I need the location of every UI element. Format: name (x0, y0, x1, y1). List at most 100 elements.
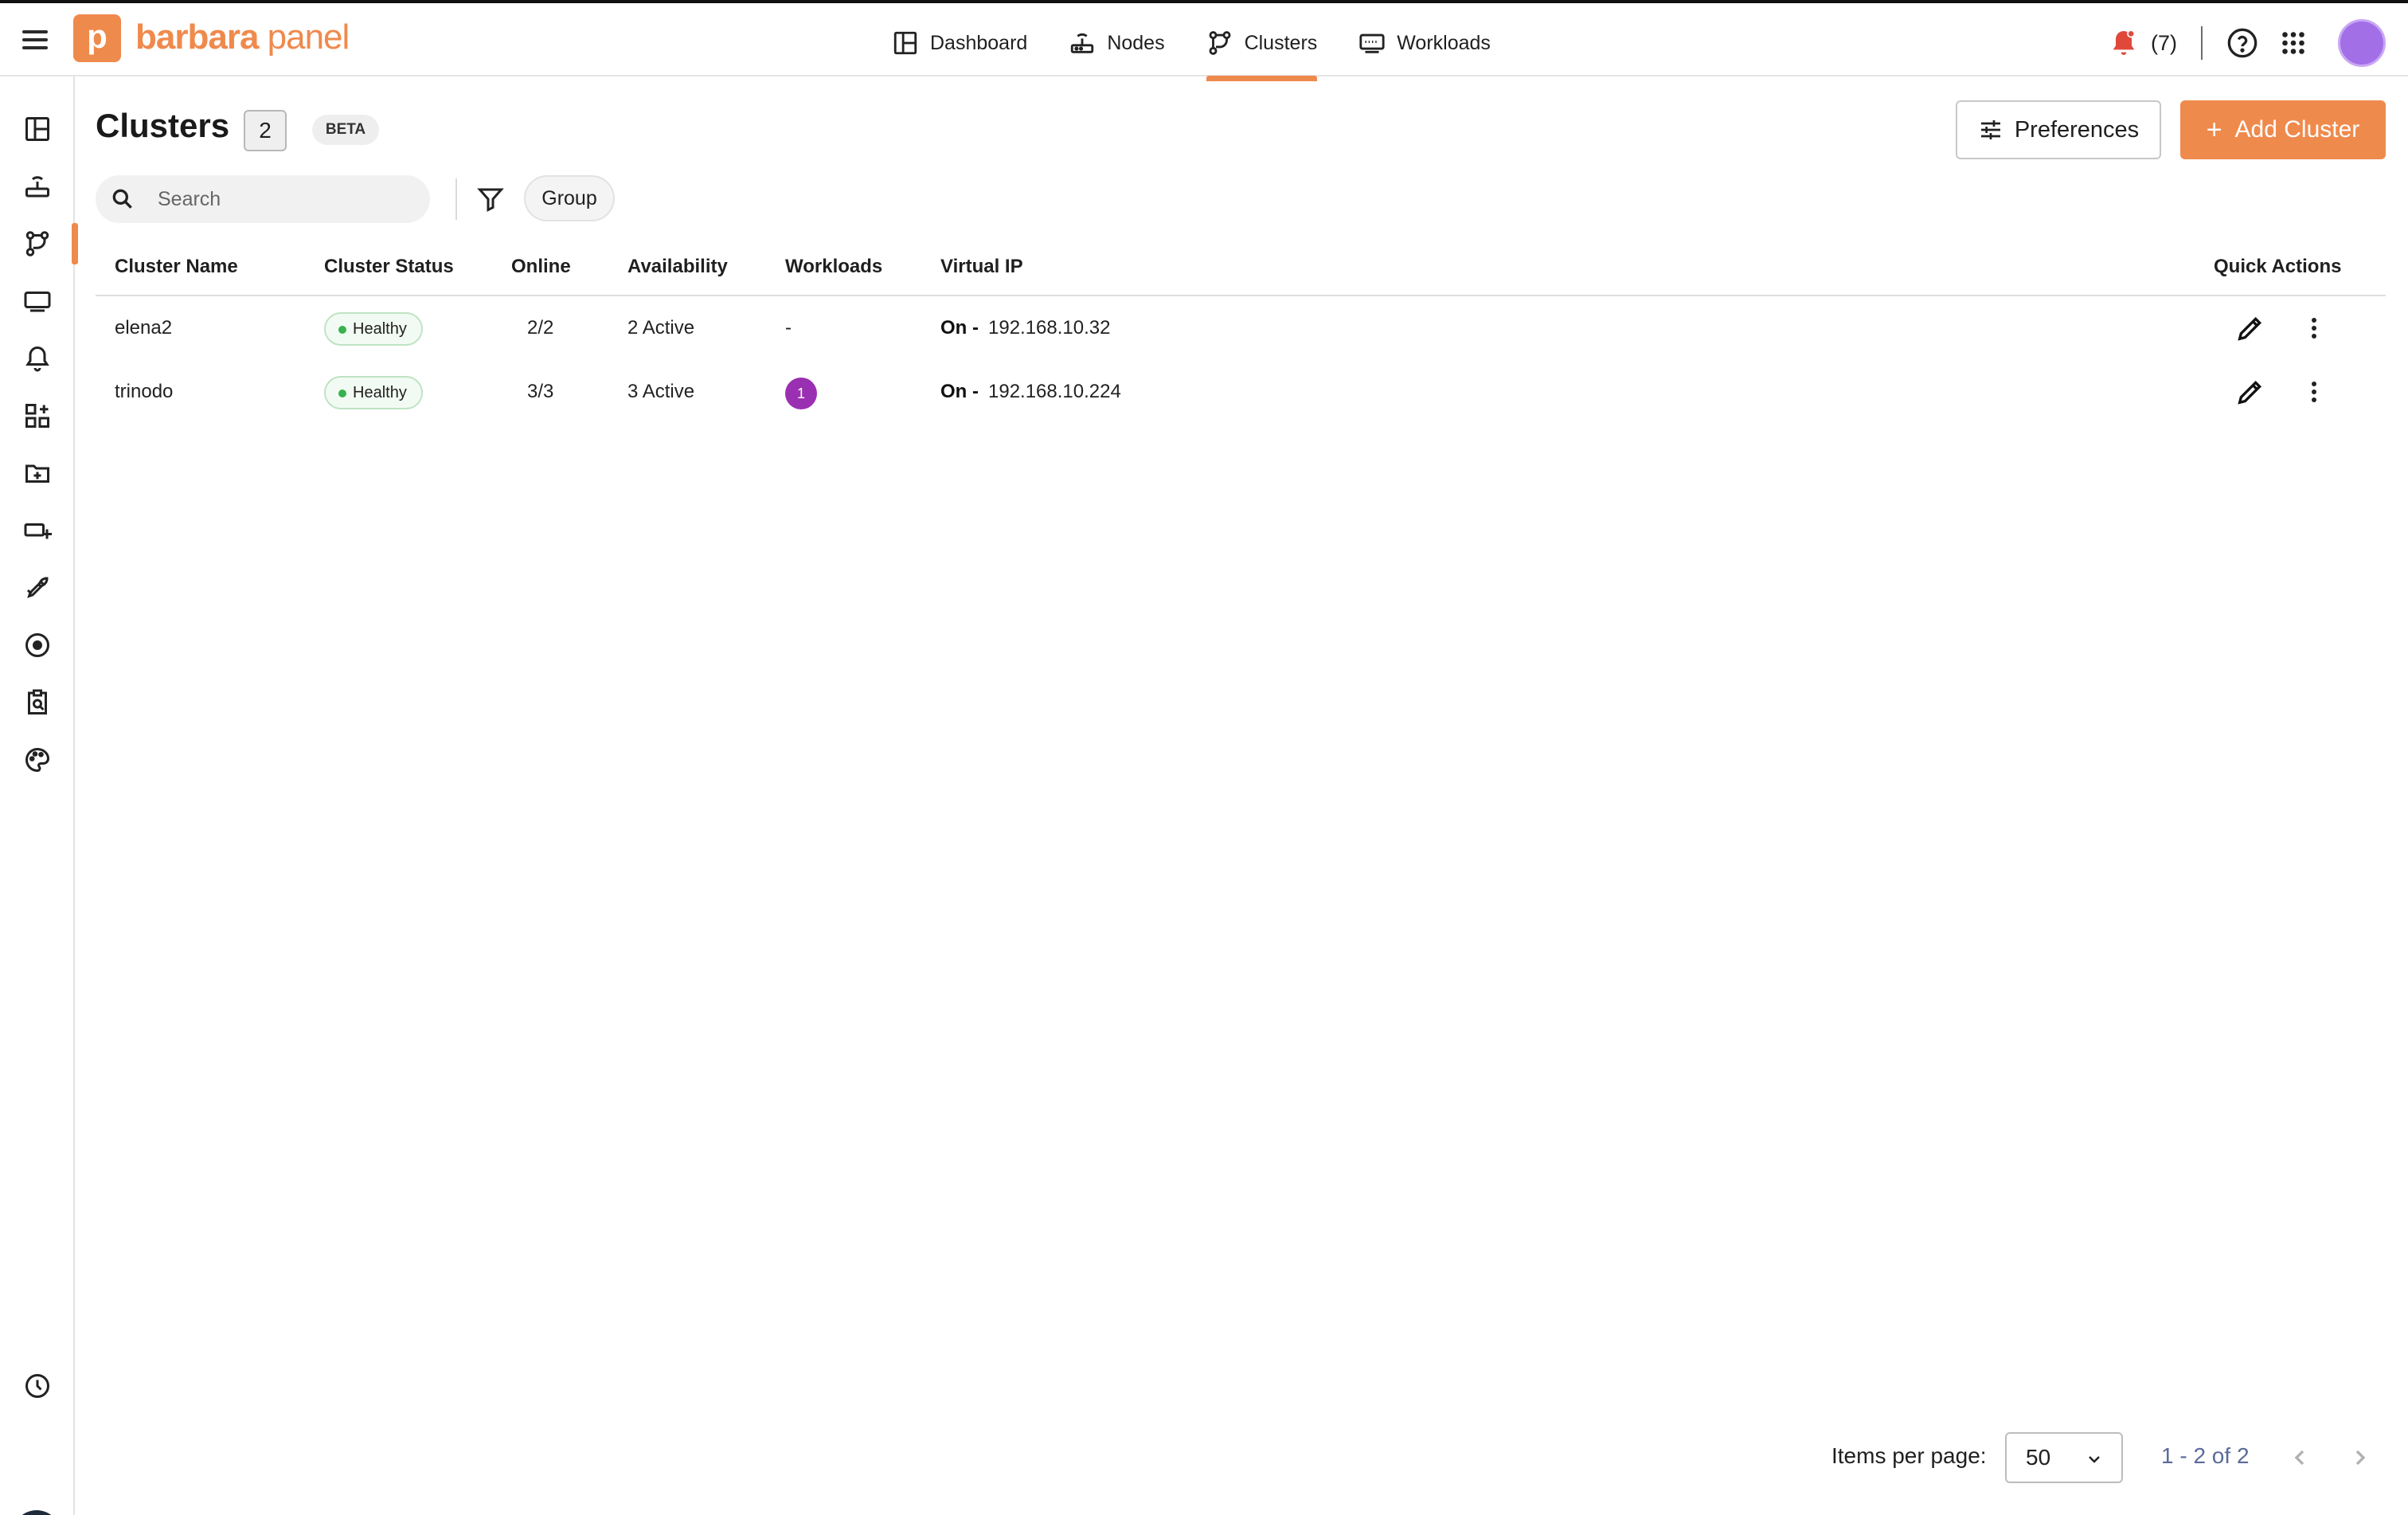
search-input[interactable] (158, 187, 397, 211)
cluster-name[interactable]: trinodo (115, 360, 173, 424)
sidebar-item-workloads[interactable] (0, 277, 75, 325)
add-cluster-button[interactable]: + Add Cluster (2180, 100, 2386, 159)
main-tabs: Dashboard Nodes Clusters Workloads (892, 6, 1532, 81)
add-cluster-label: Add Cluster (2234, 116, 2360, 143)
more-options-icon[interactable] (2298, 376, 2330, 408)
search-icon (112, 189, 132, 209)
virtual-ip-state: On - (940, 317, 979, 339)
virtual-ip-cell: On - 192.168.10.32 (940, 296, 1110, 360)
column-header-online[interactable]: Online (511, 239, 571, 295)
virtual-ip-cell: On - 192.168.10.224 (940, 360, 1121, 424)
tips-button[interactable] (12, 1510, 61, 1515)
sidebar-item-themes[interactable] (0, 736, 75, 784)
more-options-icon[interactable] (2298, 312, 2330, 344)
column-header-availability[interactable]: Availability (627, 239, 728, 295)
plus-icon: + (2206, 115, 2222, 145)
chevron-down-icon (2089, 1456, 2100, 1463)
preferences-button[interactable]: Preferences (1956, 100, 2161, 159)
clock-icon (25, 1374, 49, 1398)
tab-label: Dashboard (930, 31, 1028, 54)
device-add-icon (24, 523, 52, 539)
items-per-page-select[interactable]: 50 (2005, 1432, 2123, 1483)
table-header: Cluster Name Cluster Status Online Avail… (96, 239, 2386, 296)
status-badge: Healthy (324, 376, 423, 409)
top-right-controls: (7) (2108, 6, 2386, 80)
workloads-count-badge[interactable]: 1 (785, 378, 817, 409)
tab-label: Clusters (1244, 31, 1318, 54)
edit-icon[interactable] (2234, 312, 2266, 344)
dashboard-icon (893, 31, 917, 55)
group-button[interactable]: Group (524, 175, 615, 221)
tab-clusters[interactable]: Clusters (1206, 6, 1318, 81)
column-header-cluster-name[interactable]: Cluster Name (115, 239, 238, 295)
items-per-page-label: Items per page: (1831, 1443, 1987, 1468)
table-row[interactable]: elena2 Healthy 2/2 2 Active - On - 192.16… (96, 296, 2386, 360)
tab-dashboard[interactable]: Dashboard (892, 6, 1027, 80)
virtual-ip-state: On - (940, 381, 979, 402)
monitor-icon (1359, 33, 1385, 53)
virtual-ip-address: 192.168.10.224 (988, 381, 1121, 402)
sidebar-item-clusters[interactable] (0, 220, 78, 268)
column-header-quick-actions: Quick Actions (2214, 256, 2342, 277)
beta-badge: BETA (312, 115, 379, 145)
brand-name-light: panel (258, 18, 350, 57)
sidebar-item-targets[interactable] (0, 621, 75, 669)
tab-label: Workloads (1397, 31, 1491, 54)
dashboard-icon (25, 117, 49, 141)
filter-icon[interactable] (476, 183, 505, 215)
column-header-virtual-ip[interactable]: Virtual IP (940, 239, 1023, 295)
search-box (96, 175, 430, 223)
sidebar-item-dashboard[interactable] (0, 105, 75, 153)
tab-workloads[interactable]: Workloads (1358, 6, 1491, 80)
help-icon[interactable] (2226, 27, 2258, 59)
sidebar-item-folders[interactable] (0, 449, 75, 497)
apps-grid-icon[interactable] (2279, 29, 2308, 57)
availability-value: 2 Active (627, 317, 695, 339)
tab-label: Nodes (1107, 31, 1165, 54)
target-icon (25, 633, 49, 657)
toolbar-divider (455, 178, 457, 220)
chevron-left-icon[interactable] (2287, 1443, 2312, 1472)
avatar[interactable] (2338, 19, 2386, 67)
availability-value: 3 Active (627, 381, 695, 402)
status-badge: Healthy (324, 312, 423, 346)
apps-add-icon (25, 404, 49, 428)
sidebar-item-audit[interactable] (0, 679, 75, 726)
sidebar-item-devices[interactable] (0, 507, 75, 554)
virtual-ip-address: 192.168.10.32 (988, 317, 1111, 339)
palette-icon (25, 747, 50, 773)
table-row[interactable]: trinodo Healthy 3/3 3 Active 1 On - 192.1… (96, 360, 2386, 424)
sidebar-item-apps[interactable] (0, 392, 75, 440)
sliders-icon (1980, 120, 2000, 139)
logo-mark[interactable]: p (73, 14, 121, 62)
online-count: 3/3 (527, 381, 554, 402)
sidebar-item-deployments[interactable] (0, 564, 75, 612)
sidebar-item-notifications[interactable] (0, 335, 75, 382)
cluster-icon (25, 231, 49, 256)
online-count: 2/2 (527, 317, 554, 339)
edit-icon[interactable] (2234, 376, 2266, 408)
notifications-count[interactable]: (7) (2151, 31, 2177, 56)
router-icon (25, 176, 49, 198)
brand-name-bold: barbara (135, 18, 259, 57)
divider (2201, 26, 2203, 60)
bell-icon[interactable] (2108, 27, 2140, 59)
bell-icon (25, 346, 49, 372)
preferences-label: Preferences (2014, 116, 2140, 143)
column-header-workloads[interactable]: Workloads (785, 239, 882, 295)
router-icon (1071, 33, 1094, 53)
folder-add-icon (25, 464, 49, 483)
menu-icon[interactable] (22, 27, 48, 53)
cluster-icon (1209, 31, 1231, 55)
cluster-name[interactable]: elena2 (115, 296, 172, 360)
chevron-right-icon[interactable] (2347, 1443, 2373, 1472)
brand-name[interactable]: barbara panel (135, 18, 350, 57)
monitor-icon (24, 292, 51, 312)
pagination-range: 1 - 2 of 2 (2161, 1443, 2250, 1468)
tab-nodes[interactable]: Nodes (1069, 6, 1165, 80)
sidebar-item-nodes[interactable] (0, 162, 75, 210)
sidebar (0, 76, 78, 1515)
top-navigation-bar: p barbara panel Dashboard Nodes Clusters… (0, 3, 2408, 81)
column-header-cluster-status[interactable]: Cluster Status (324, 239, 454, 295)
sidebar-item-history[interactable] (0, 1362, 75, 1410)
